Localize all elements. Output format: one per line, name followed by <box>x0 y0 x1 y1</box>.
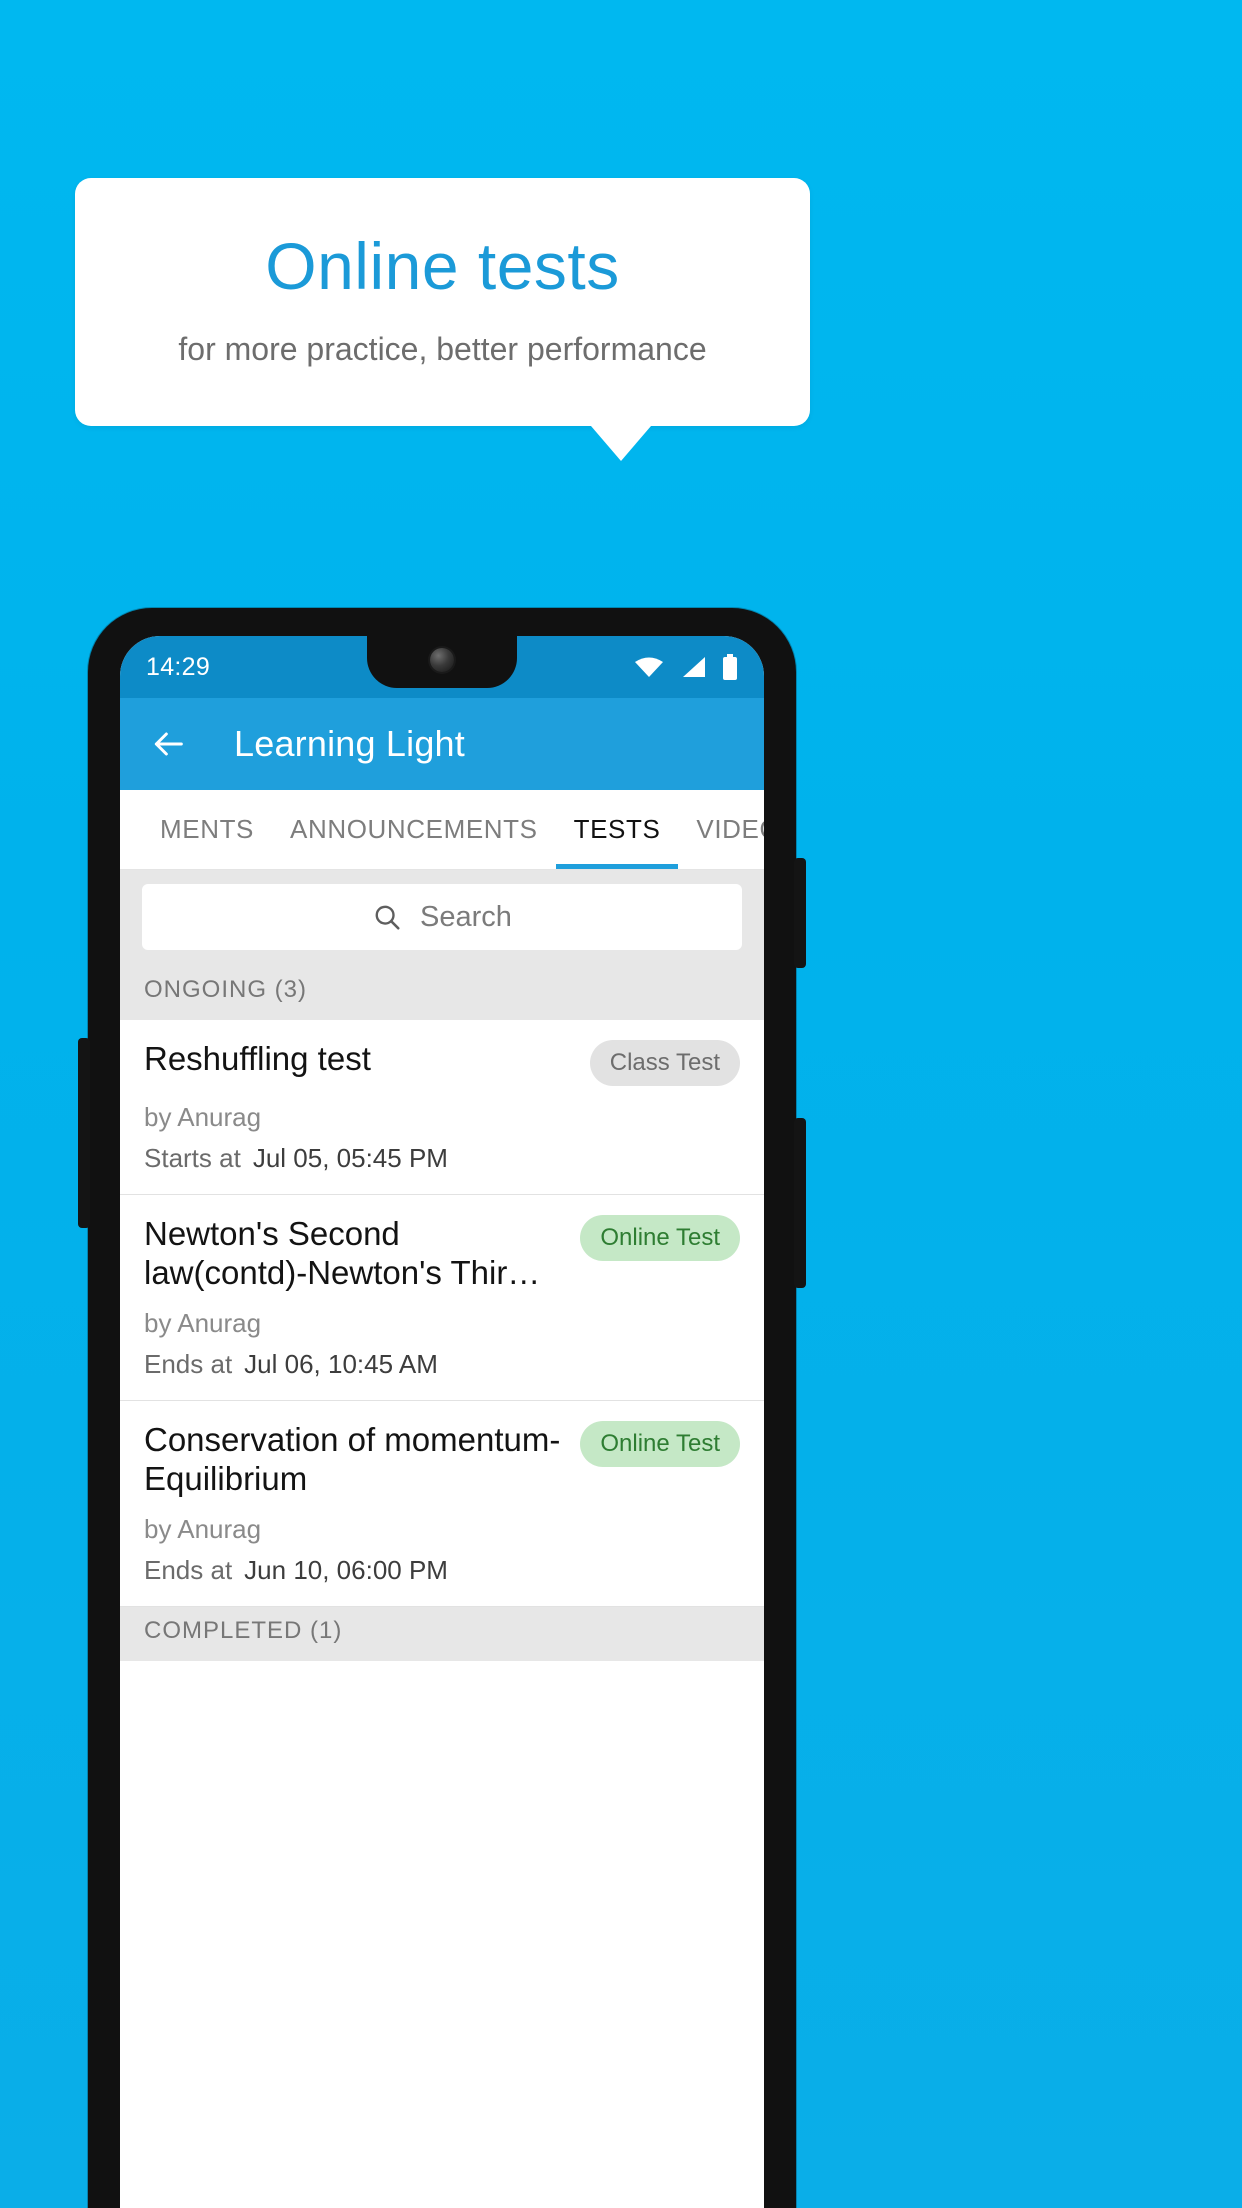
callout-tail <box>591 426 651 461</box>
volume-button[interactable] <box>794 1118 806 1288</box>
list-item[interactable]: Reshuffling test Class Test by Anurag St… <box>120 1020 764 1195</box>
test-time: Ends at Jun 10, 06:00 PM <box>144 1555 740 1586</box>
test-author: by Anurag <box>144 1102 262 1132</box>
status-badge: Online Test <box>580 1421 740 1468</box>
callout-title: Online tests <box>265 229 620 304</box>
status-badge: Online Test <box>580 1215 740 1261</box>
test-time-label: Starts at <box>144 1143 241 1173</box>
test-title: Conservation of momentum-Equilibrium <box>144 1421 561 1497</box>
test-time-value: Jul 06, 10:45 AM <box>244 1349 438 1380</box>
item-header: Conservation of momentum-Equilibrium Onl… <box>144 1419 740 1498</box>
list-item[interactable]: Newton's Second law(contd)-Newton's Thir… <box>120 1195 764 1402</box>
status-bar: 14:29 <box>120 636 764 698</box>
search-input[interactable]: Search <box>142 884 742 950</box>
callout-card: Online tests for more practice, better p… <box>75 178 810 426</box>
signal-icon <box>683 657 705 677</box>
battery-icon <box>723 654 737 680</box>
status-clock: 14:29 <box>146 652 211 681</box>
list-item[interactable]: Conservation of momentum-Equilibrium Onl… <box>120 1401 764 1608</box>
test-title: Reshuffling test <box>144 1040 371 1077</box>
test-title: Newton's Second law(contd)-Newton's Thir… <box>144 1215 541 1291</box>
power-button[interactable] <box>794 858 806 968</box>
phone-screen: 14:29 Learning Light MENTS ANNOUNCEMENTS… <box>120 636 764 2208</box>
test-time-label: Ends at <box>144 1349 233 1380</box>
front-camera-icon <box>430 648 454 672</box>
phone-frame: 14:29 Learning Light MENTS ANNOUNCEMENTS… <box>78 608 806 2208</box>
status-badge: Class Test <box>589 1040 740 1086</box>
test-time-value: Jun 10, 06:00 PM <box>244 1555 448 1586</box>
tab-ments[interactable]: MENTS <box>142 790 272 869</box>
test-time: Ends at Jul 06, 10:45 AM <box>144 1349 740 1380</box>
search-area: Search <box>120 870 764 966</box>
tab-announcements[interactable]: ANNOUNCEMENTS <box>272 790 556 869</box>
search-placeholder: Search <box>420 900 512 933</box>
back-arrow-icon[interactable] <box>148 724 188 764</box>
tab-tests[interactable]: TESTS <box>555 790 679 869</box>
test-time: Starts at Jul 05, 05:45 PM <box>144 1143 740 1174</box>
section-header-ongoing: ONGOING (3) <box>120 966 764 1020</box>
phone-notch <box>367 636 517 688</box>
search-icon <box>375 905 400 930</box>
tab-videos[interactable]: VIDEOS <box>678 790 764 869</box>
test-author: by Anurag <box>144 1308 262 1339</box>
app-title: Learning Light <box>234 723 465 764</box>
wifi-icon <box>635 657 663 677</box>
section-header-completed: COMPLETED (1) <box>120 1607 764 1662</box>
test-author: by Anurag <box>144 1514 262 1545</box>
item-header: Newton's Second law(contd)-Newton's Thir… <box>144 1213 740 1292</box>
test-time-label: Ends at <box>144 1555 233 1586</box>
app-bar: Learning Light <box>120 698 764 790</box>
tab-bar: MENTS ANNOUNCEMENTS TESTS VIDEOS <box>120 790 764 870</box>
status-icons <box>634 654 738 680</box>
assistant-button[interactable] <box>78 1038 90 1228</box>
test-time-value: Jul 05, 05:45 PM <box>252 1143 448 1173</box>
callout-subtitle: for more practice, better performance <box>178 330 707 367</box>
item-header: Reshuffling test Class Test <box>144 1038 740 1086</box>
